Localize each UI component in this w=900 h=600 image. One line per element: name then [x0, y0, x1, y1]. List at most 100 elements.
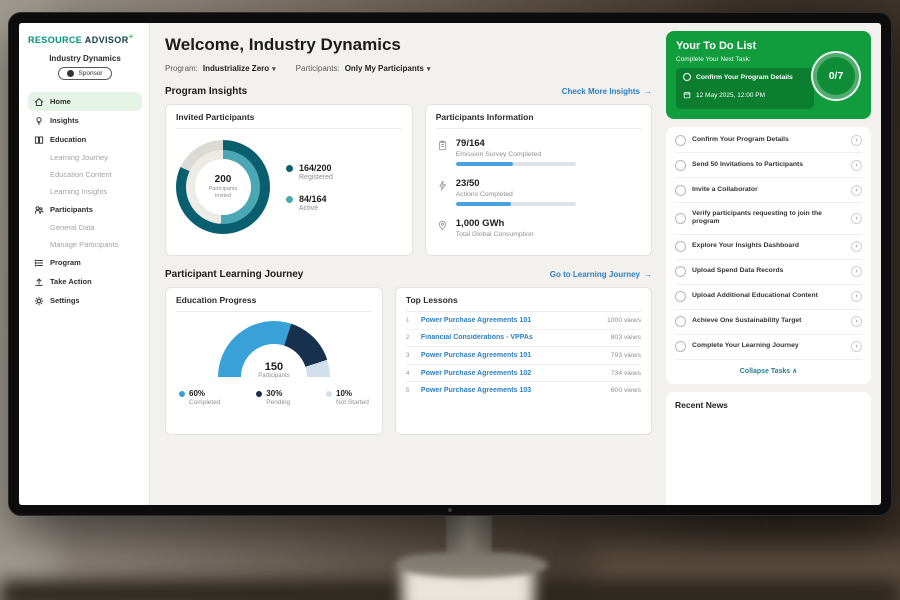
bulb-icon	[34, 116, 44, 126]
task-row[interactable]: Achieve One Sustainability Target ›	[675, 310, 862, 335]
legend-dot-active	[286, 196, 293, 203]
arrow-right-icon: →	[644, 87, 652, 96]
task-label: Complete Your Learning Journey	[692, 342, 845, 351]
main-content: Welcome, Industry Dynamics Program: Indu…	[150, 23, 665, 505]
sidebar-item-take-action[interactable]: Take Action	[28, 272, 142, 291]
sidebar-item-label: Insights	[50, 116, 79, 125]
sidebar-item-label: Home	[50, 97, 71, 106]
task-row[interactable]: Invite a Collaborator ›	[675, 178, 862, 203]
invited-center-value: 200	[215, 174, 232, 185]
task-label: Upload Additional Educational Content	[692, 292, 845, 301]
sidebar-item-label: General Data	[50, 223, 95, 232]
lesson-link[interactable]: Power Purchase Agreements 101	[421, 317, 600, 324]
monitor-logo-dot	[448, 508, 452, 512]
legend-item: 84/164 Active	[286, 194, 333, 212]
chevron-right-icon[interactable]: ›	[851, 160, 862, 171]
checkbox-circle-icon[interactable]	[675, 341, 686, 352]
participants-filter: Participants: Only My Participants ▾	[296, 64, 431, 73]
sidebar-item-learning-insights[interactable]: Learning Insights	[28, 183, 142, 200]
invited-legend: 164/200 Registered 84/164 Active	[286, 163, 333, 212]
sidebar-item-participants[interactable]: Participants	[28, 200, 142, 219]
check-more-insights-link[interactable]: Check More Insights →	[562, 87, 652, 96]
checkbox-circle-icon[interactable]	[675, 266, 686, 277]
invited-donut-center: 200 Participants Invited	[195, 159, 251, 215]
sidebar-item-learning-journey[interactable]: Learning Journey	[28, 149, 142, 166]
checkbox-circle-icon[interactable]	[675, 241, 686, 252]
todo-column: Your To Do List Complete Your Next Task:…	[665, 23, 881, 505]
sidebar-item-education[interactable]: Education	[28, 130, 142, 149]
chevron-right-icon[interactable]: ›	[851, 241, 862, 252]
sidebar-item-home[interactable]: Home	[28, 92, 142, 111]
lesson-rank: 4	[406, 370, 414, 377]
chevron-right-icon[interactable]: ›	[851, 341, 862, 352]
lesson-rank: 2	[406, 334, 414, 341]
sidebar-item-label: Learning Journey	[50, 153, 108, 162]
lesson-link[interactable]: Financial Considerations - VPPAs	[421, 334, 604, 341]
card-title: Invited Participants	[176, 112, 402, 129]
sidebar-item-program[interactable]: Program	[28, 253, 142, 272]
invited-center-label: Participants Invited	[203, 186, 243, 200]
lesson-link[interactable]: Power Purchase Agreements 102	[421, 370, 604, 377]
task-row[interactable]: Explore Your Insights Dashboard ›	[675, 235, 862, 260]
lesson-link[interactable]: Power Purchase Agreements 103	[421, 387, 604, 394]
sponsor-badge[interactable]: Sponsor	[58, 67, 111, 80]
link-label: Go to Learning Journey	[550, 270, 640, 279]
arrow-right-icon: →	[644, 270, 652, 279]
insights-cards-row: Invited Participants 200 Participants In…	[165, 104, 652, 256]
lesson-views: 803 views	[611, 334, 641, 341]
legend-item: 60% Completed	[179, 389, 220, 406]
stat-label: Actions Completed	[456, 191, 576, 198]
program-filter: Program: Industrialize Zero ▾	[165, 64, 276, 73]
stat-value: 79/164	[456, 138, 576, 149]
sidebar-item-education-content[interactable]: Education Content	[28, 166, 142, 183]
chevron-right-icon[interactable]: ›	[851, 316, 862, 327]
chevron-right-icon[interactable]: ›	[851, 266, 862, 277]
legend-label: Not Started	[336, 399, 369, 406]
program-filter-dropdown[interactable]: Industrialize Zero ▾	[203, 64, 276, 73]
task-label: Send 50 Invitations to Participants	[692, 161, 845, 170]
info-progress-fill-0	[456, 162, 514, 166]
logo-resource: RESOURCE	[28, 35, 82, 45]
todo-header-card: Your To Do List Complete Your Next Task:…	[666, 31, 871, 119]
gauge-center: 150 Participants	[218, 361, 330, 379]
info-progress-track	[456, 202, 576, 206]
task-row[interactable]: Confirm Your Program Details ›	[675, 128, 862, 153]
chevron-right-icon[interactable]: ›	[851, 185, 862, 196]
task-row[interactable]: Upload Spend Data Records ›	[675, 260, 862, 285]
sidebar-item-manage-participants[interactable]: Manage Participants	[28, 236, 142, 253]
todo-next-task-box[interactable]: Confirm Your Program Details 12 May 2025…	[676, 68, 814, 109]
recent-news-title: Recent News	[675, 400, 862, 410]
checkbox-circle-icon[interactable]	[675, 213, 686, 224]
sidebar-item-general-data[interactable]: General Data	[28, 219, 142, 236]
education-gauge: 150 Participants	[218, 321, 330, 379]
link-label: Check More Insights	[562, 87, 640, 96]
collapse-tasks-button[interactable]: Collapse Tasks ∧	[675, 360, 862, 383]
task-row[interactable]: Upload Additional Educational Content ›	[675, 285, 862, 310]
task-row[interactable]: Complete Your Learning Journey ›	[675, 335, 862, 360]
chevron-right-icon[interactable]: ›	[851, 291, 862, 302]
checkbox-circle-icon[interactable]	[675, 185, 686, 196]
chevron-up-icon: ∧	[792, 368, 797, 375]
sidebar-nav: Home Insights Education Learning Journey	[28, 92, 142, 310]
go-to-learning-journey-link[interactable]: Go to Learning Journey →	[550, 270, 652, 279]
org-block: Industry Dynamics Sponsor	[28, 54, 142, 82]
legend-value: 30%	[266, 389, 282, 398]
chevron-right-icon[interactable]: ›	[851, 213, 862, 224]
legend-dot-registered	[286, 165, 293, 172]
checkbox-circle-icon[interactable]	[675, 316, 686, 327]
sidebar-item-settings[interactable]: Settings	[28, 291, 142, 310]
invited-donut-ring-outer: 200 Participants Invited	[176, 140, 270, 234]
participants-filter-dropdown[interactable]: Only My Participants ▾	[345, 64, 431, 73]
task-label: Achieve One Sustainability Target	[692, 317, 845, 326]
chevron-down-icon: ▾	[427, 65, 431, 73]
checkbox-circle-icon[interactable]	[683, 73, 691, 81]
sidebar-item-insights[interactable]: Insights	[28, 111, 142, 130]
org-name: Industry Dynamics	[28, 54, 142, 63]
task-row[interactable]: Verify participants requesting to join t…	[675, 203, 862, 235]
lesson-link[interactable]: Power Purchase Agreements 101	[421, 352, 604, 359]
checkbox-circle-icon[interactable]	[675, 135, 686, 146]
checkbox-circle-icon[interactable]	[675, 291, 686, 302]
task-row[interactable]: Send 50 Invitations to Participants ›	[675, 153, 862, 178]
checkbox-circle-icon[interactable]	[675, 160, 686, 171]
chevron-right-icon[interactable]: ›	[851, 135, 862, 146]
